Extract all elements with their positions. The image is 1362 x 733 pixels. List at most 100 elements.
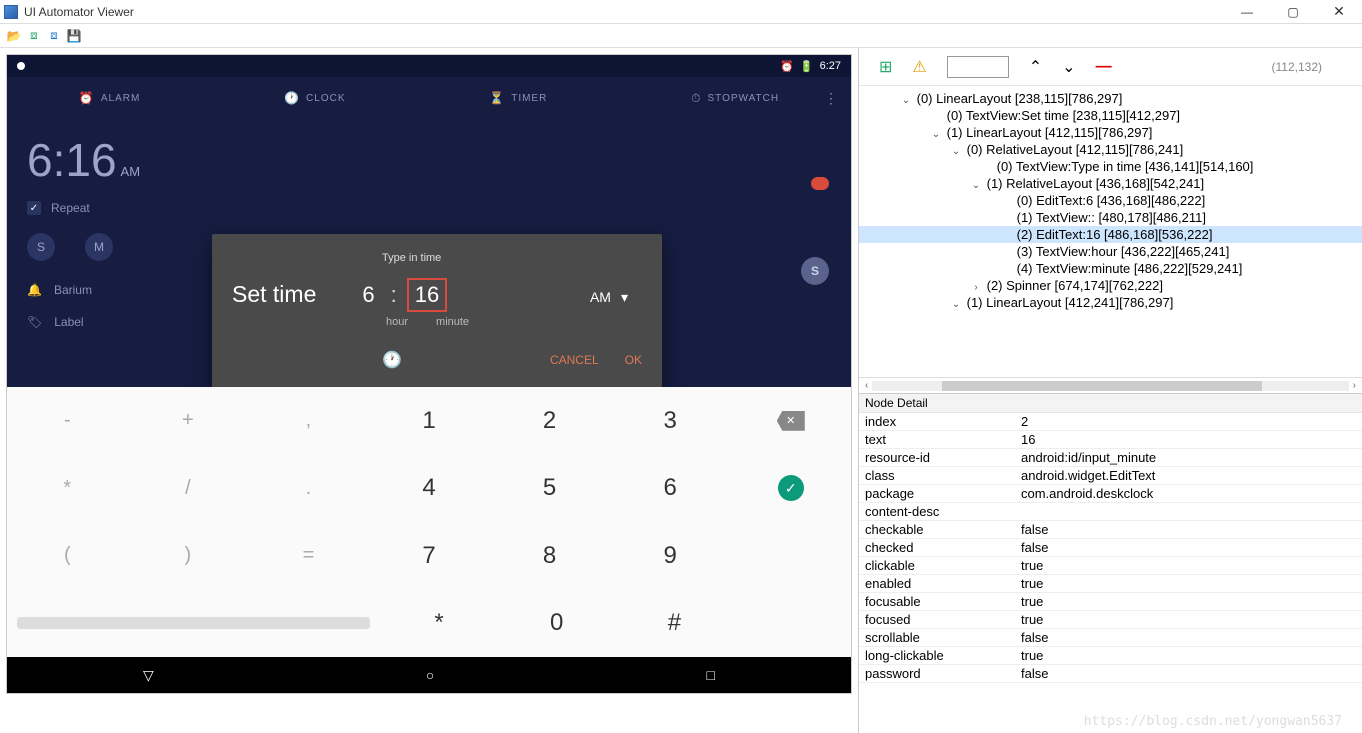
cancel-button[interactable]: CANCEL: [550, 353, 599, 367]
minute-input[interactable]: 16: [407, 278, 447, 312]
key-6[interactable]: 6: [610, 455, 731, 523]
more-icon[interactable]: ⋮: [824, 90, 839, 107]
scroll-left-icon[interactable]: ‹: [865, 380, 868, 391]
open-icon[interactable]: 📂: [6, 28, 22, 44]
alarm-label[interactable]: Label: [54, 315, 83, 329]
device-screenshot-icon[interactable]: ⧈: [26, 28, 42, 44]
tree-row[interactable]: ⌄ (0) LinearLayout [238,115][786,297]: [859, 90, 1362, 107]
tree-h-scrollbar[interactable]: ‹ ›: [859, 377, 1362, 393]
day-sat[interactable]: S: [801, 257, 829, 285]
delete-icon[interactable]: —: [1096, 58, 1112, 76]
minimize-button[interactable]: —: [1224, 0, 1270, 24]
detail-row: content-desc: [859, 503, 1362, 521]
key-2[interactable]: 2: [489, 387, 610, 455]
detail-value: false: [1015, 630, 1362, 645]
alarm-tab-icon: ⏰: [79, 91, 95, 105]
alarm-time[interactable]: 6:16AM: [27, 133, 831, 187]
expand-icon[interactable]: ⌄: [929, 129, 943, 140]
tree-row[interactable]: ⌄ (0) RelativeLayout [412,115][786,241]: [859, 141, 1362, 158]
expand-icon[interactable]: ⌄: [969, 180, 983, 191]
tree-row[interactable]: (3) TextView:hour [436,222][465,241]: [859, 243, 1362, 260]
nav-up-icon[interactable]: ⌃: [1029, 57, 1042, 77]
save-icon[interactable]: 💾: [66, 28, 82, 44]
key-8[interactable]: 8: [489, 522, 610, 590]
clock-tabs: ⏰ALARM 🕐CLOCK ⏳TIMER ⏱STOPWATCH ⋮: [7, 77, 851, 119]
tree-row[interactable]: (2) EditText:16 [486,168][536,222]: [859, 226, 1362, 243]
ok-button[interactable]: OK: [625, 353, 642, 367]
key-7[interactable]: 7: [369, 522, 490, 590]
device-screenshot[interactable]: ⏰ 🔋 6:27 ⏰ALARM 🕐CLOCK ⏳TIMER ⏱STOPWATCH…: [6, 54, 852, 694]
tree-row[interactable]: (0) TextView:Set time [238,115][412,297]: [859, 107, 1362, 124]
tree-row[interactable]: (0) EditText:6 [436,168][486,222]: [859, 192, 1362, 209]
tree-row[interactable]: (4) TextView:minute [486,222][529,241]: [859, 260, 1362, 277]
scroll-thumb[interactable]: [942, 381, 1262, 391]
tab-timer[interactable]: ⏳TIMER: [489, 91, 547, 105]
key-space[interactable]: [17, 617, 370, 629]
detail-value: true: [1015, 576, 1362, 591]
clock-mode-icon[interactable]: 🕐: [382, 350, 402, 370]
maximize-button[interactable]: ▢: [1270, 0, 1316, 24]
key-enter[interactable]: ✓: [730, 455, 851, 523]
repeat-checkbox[interactable]: ✓: [27, 201, 41, 215]
key-comma[interactable]: ,: [248, 387, 369, 455]
expand-icon[interactable]: ⌄: [899, 95, 913, 106]
nav-down-icon[interactable]: ⌄: [1062, 57, 1075, 77]
nav-home-icon[interactable]: ○: [426, 667, 434, 683]
close-button[interactable]: ✕: [1316, 0, 1362, 24]
detail-row: resource-idandroid:id/input_minute: [859, 449, 1362, 467]
key-0[interactable]: 0: [498, 590, 616, 658]
detail-key: enabled: [859, 576, 1015, 591]
key-9[interactable]: 9: [610, 522, 731, 590]
key-equals[interactable]: =: [248, 522, 369, 590]
tab-alarm[interactable]: ⏰ALARM: [79, 91, 140, 105]
soft-keyboard: - + , 1 2 3 ✕ * / . 4 5 6: [7, 387, 851, 657]
nav-back-icon[interactable]: ▽: [143, 667, 154, 684]
key-1[interactable]: 1: [369, 387, 490, 455]
key-4[interactable]: 4: [369, 455, 490, 523]
hierarchy-tree[interactable]: ⌄ (0) LinearLayout [238,115][786,297] (0…: [859, 86, 1362, 377]
key-3[interactable]: 3: [610, 387, 731, 455]
key-lparen[interactable]: (: [7, 522, 128, 590]
expand-all-icon[interactable]: ⊞: [879, 57, 892, 77]
detail-key: clickable: [859, 558, 1015, 573]
device-dump-icon[interactable]: ⧈: [46, 28, 62, 44]
key-slash[interactable]: /: [128, 455, 249, 523]
dropdown-icon: ▾: [621, 289, 628, 306]
expand-icon[interactable]: ⌄: [949, 299, 963, 310]
detail-value: android:id/input_minute: [1015, 450, 1362, 465]
ampm-spinner[interactable]: AM▾: [590, 289, 628, 306]
key-plus[interactable]: +: [128, 387, 249, 455]
tree-row[interactable]: › (2) Spinner [674,174][762,222]: [859, 277, 1362, 294]
ringtone-label[interactable]: Barium: [54, 283, 92, 297]
warning-icon[interactable]: ⚠: [912, 57, 926, 77]
tree-row[interactable]: (0) TextView:Type in time [436,141][514,…: [859, 158, 1362, 175]
detail-key: checkable: [859, 522, 1015, 537]
detail-key: package: [859, 486, 1015, 501]
key-dot[interactable]: .: [248, 455, 369, 523]
tab-stopwatch[interactable]: ⏱STOPWATCH: [691, 91, 779, 106]
key-star2[interactable]: *: [380, 590, 498, 658]
tree-row[interactable]: ⌄ (1) RelativeLayout [436,168][542,241]: [859, 175, 1362, 192]
key-rparen[interactable]: ): [128, 522, 249, 590]
key-backspace[interactable]: ✕: [730, 387, 851, 455]
detail-row: checkablefalse: [859, 521, 1362, 539]
key-hash[interactable]: #: [616, 590, 734, 658]
scroll-track[interactable]: [872, 381, 1348, 391]
day-sun[interactable]: S: [27, 233, 55, 261]
tree-row[interactable]: (1) TextView:: [480,178][486,211]: [859, 209, 1362, 226]
search-input[interactable]: [947, 56, 1009, 78]
expand-icon[interactable]: ›: [969, 282, 983, 293]
scroll-right-icon[interactable]: ›: [1353, 380, 1356, 391]
expand-icon[interactable]: ⌄: [949, 146, 963, 157]
day-mon[interactable]: M: [85, 233, 113, 261]
tab-clock[interactable]: 🕐CLOCK: [284, 91, 345, 105]
tree-row[interactable]: ⌄ (1) LinearLayout [412,115][786,297]: [859, 124, 1362, 141]
key-dash[interactable]: -: [7, 387, 128, 455]
nav-recents-icon[interactable]: □: [706, 667, 714, 683]
key-star[interactable]: *: [7, 455, 128, 523]
alarm-toggle[interactable]: [811, 177, 829, 190]
hour-input[interactable]: 6: [356, 280, 380, 310]
tag-icon: 🏷: [27, 315, 42, 329]
tree-row[interactable]: ⌄ (1) LinearLayout [412,241][786,297]: [859, 294, 1362, 311]
key-5[interactable]: 5: [489, 455, 610, 523]
